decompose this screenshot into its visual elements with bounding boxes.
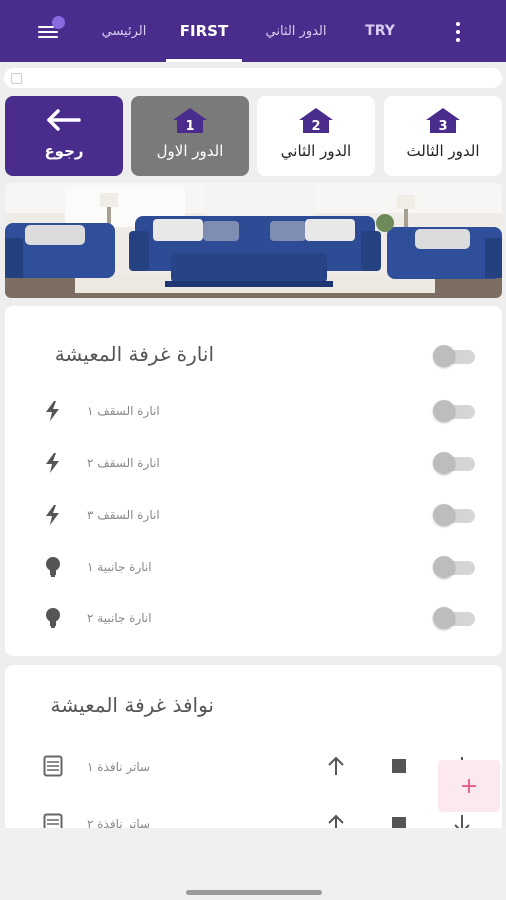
lighting-title: انارة غرفة المعيشة bbox=[54, 342, 214, 366]
tab-second-floor[interactable]: الدور الثاني bbox=[254, 0, 338, 62]
blind-icon bbox=[43, 813, 63, 828]
light-toggle[interactable] bbox=[433, 556, 477, 578]
arrow-up-icon bbox=[328, 756, 344, 775]
search-strip[interactable] bbox=[4, 68, 502, 88]
blind-label: ساتر نافذة ٢ bbox=[87, 817, 151, 828]
arrow-left-icon bbox=[47, 109, 81, 131]
floor-first-button[interactable]: 1 الدور الاول bbox=[131, 96, 249, 176]
bolt-icon bbox=[46, 453, 59, 473]
light-label: انارة السقف ١ bbox=[87, 404, 160, 418]
light-toggle[interactable] bbox=[433, 452, 477, 474]
stop-icon bbox=[392, 817, 406, 828]
toggle-knob bbox=[433, 556, 455, 578]
floor-second-button[interactable]: 2 الدور الثاني bbox=[257, 96, 375, 176]
blind-up-button[interactable] bbox=[322, 810, 350, 828]
plus-icon: + bbox=[459, 773, 479, 799]
bolt-icon bbox=[46, 505, 59, 525]
bulb-icon bbox=[46, 557, 60, 577]
blind-down-button[interactable] bbox=[448, 810, 476, 828]
gesture-home-bar[interactable] bbox=[186, 890, 322, 895]
toggle-knob bbox=[433, 452, 455, 474]
windows-title: نوافذ غرفة المعيشة bbox=[50, 693, 214, 717]
blind-stop-button[interactable] bbox=[385, 810, 413, 828]
toggle-knob bbox=[433, 504, 455, 526]
top-app-bar: الرئيسي FIRST الدور الثاني TRY bbox=[0, 0, 506, 62]
light-toggle[interactable] bbox=[433, 607, 477, 629]
light-label: انارة جانبية ٢ bbox=[87, 611, 152, 625]
floor-third-label: الدور الثالث bbox=[406, 142, 480, 160]
blind-label: ساتر نافذة ١ bbox=[87, 760, 151, 774]
bolt-icon bbox=[46, 401, 59, 421]
checkbox[interactable] bbox=[11, 73, 22, 84]
house-3-icon: 3 bbox=[426, 108, 460, 134]
floor-third-button[interactable]: 3 الدور الثالث bbox=[384, 96, 502, 176]
living-room-image bbox=[5, 183, 502, 298]
arrow-down-icon bbox=[454, 815, 470, 828]
light-label: انارة السقف ٢ bbox=[87, 456, 160, 470]
light-label: انارة جانبية ١ bbox=[87, 560, 152, 574]
menu-icon bbox=[38, 26, 54, 28]
lighting-master-toggle[interactable] bbox=[433, 345, 477, 367]
stop-icon bbox=[392, 759, 406, 773]
more-options-icon[interactable] bbox=[450, 20, 466, 44]
add-button[interactable]: + bbox=[438, 760, 500, 812]
menu-icon-line bbox=[38, 31, 58, 33]
floor-first-label: الدور الاول bbox=[156, 142, 224, 160]
tab-first[interactable]: FIRST bbox=[166, 0, 242, 62]
svg-text:3: 3 bbox=[438, 119, 447, 134]
notification-dot bbox=[52, 16, 65, 29]
house-2-icon: 2 bbox=[299, 108, 333, 134]
back-label: رجوع bbox=[44, 142, 84, 160]
bulb-icon bbox=[46, 608, 60, 628]
light-label: انارة السقف ٣ bbox=[87, 508, 160, 522]
tab-main[interactable]: الرئيسي bbox=[86, 0, 162, 62]
toggle-knob bbox=[433, 345, 455, 367]
arrow-up-icon bbox=[328, 814, 344, 828]
toggle-knob bbox=[433, 607, 455, 629]
svg-text:2: 2 bbox=[311, 119, 320, 134]
blind-stop-button[interactable] bbox=[385, 752, 413, 780]
house-1-icon: 1 bbox=[173, 108, 207, 134]
light-toggle[interactable] bbox=[433, 504, 477, 526]
windows-card: نوافذ غرفة المعيشة ساتر نافذة ١ ساتر ناف… bbox=[5, 665, 502, 828]
back-button[interactable]: رجوع bbox=[5, 96, 123, 176]
menu-button[interactable] bbox=[36, 16, 65, 42]
blind-up-button[interactable] bbox=[322, 752, 350, 780]
floor-second-label: الدور الثاني bbox=[280, 142, 352, 160]
lighting-card: انارة غرفة المعيشة انارة السقف ١ انارة ا… bbox=[5, 306, 502, 656]
blind-icon bbox=[43, 755, 63, 777]
tab-try[interactable]: TRY bbox=[350, 0, 410, 62]
light-toggle[interactable] bbox=[433, 400, 477, 422]
active-tab-indicator bbox=[166, 59, 242, 62]
menu-icon-line bbox=[38, 36, 58, 38]
svg-text:1: 1 bbox=[185, 119, 194, 134]
toggle-knob bbox=[433, 400, 455, 422]
